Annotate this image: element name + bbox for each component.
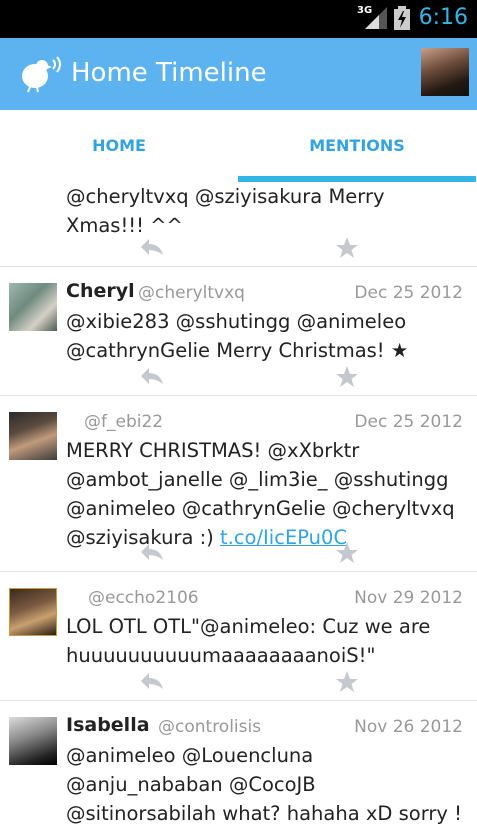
avatar[interactable] <box>9 283 57 331</box>
list-item[interactable]: Cheryl @cheryltvxq Dec 25 2012 @xibie283… <box>0 267 477 396</box>
avatar[interactable] <box>9 588 57 636</box>
page-title: Home Timeline <box>71 58 267 88</box>
star-icon[interactable] <box>335 541 359 565</box>
tweet-author-handle[interactable]: @cheryltvxq <box>138 283 245 303</box>
status-bar: 3G 6:16 <box>0 0 477 38</box>
list-item[interactable]: @f_ebi22 Dec 25 2012 MERRY CHRISTMAS! @x… <box>0 396 477 572</box>
tab-mentions-label: MENTIONS <box>309 136 405 155</box>
reply-icon[interactable] <box>139 541 165 563</box>
tweet-date: Dec 25 2012 <box>354 283 463 303</box>
tweet-text: MERRY CHRISTMAS! @xXbrktr @ambot_janelle… <box>66 436 466 552</box>
tab-mentions[interactable]: MENTIONS <box>238 110 476 182</box>
timeline-list[interactable]: @cheryltvxq @sziyisakura Merry Xmas!!! ^… <box>0 182 477 825</box>
signal-icon <box>365 7 387 29</box>
tweet-date: Nov 26 2012 <box>354 717 463 737</box>
tweet-date: Dec 25 2012 <box>354 412 463 432</box>
list-item[interactable]: @eccho2106 Nov 29 2012 LOL OTL OTL"@anim… <box>0 572 477 701</box>
tab-home-label: HOME <box>92 136 146 155</box>
list-item[interactable]: Isabella @controlisis Nov 26 2012 @anime… <box>0 701 477 825</box>
user-avatar[interactable] <box>421 48 469 96</box>
tweet-author-name: Cheryl <box>66 280 135 302</box>
tweet-text: @animeleo @Louencluna @anju_nababan @Coc… <box>66 744 462 825</box>
action-bar: Home Timeline <box>0 38 477 110</box>
star-icon[interactable] <box>335 365 359 389</box>
status-time: 6:16 <box>418 5 468 30</box>
tweet-text: @xibie283 @sshutingg @animeleo @cathrynG… <box>66 310 409 362</box>
tab-home[interactable]: HOME <box>0 110 238 182</box>
tweet-link[interactable]: t.co/IicEPu0C <box>220 526 347 549</box>
reply-icon[interactable] <box>139 365 165 387</box>
star-icon[interactable] <box>335 236 359 260</box>
reply-icon[interactable] <box>139 670 165 692</box>
tweet-text: LOL OTL OTL"@animeleo: Cuz we are huuuuu… <box>66 615 431 667</box>
tweet-author-name: Isabella <box>66 714 150 736</box>
avatar[interactable] <box>9 412 57 460</box>
tab-bar: HOME MENTIONS <box>0 110 477 182</box>
star-icon[interactable] <box>335 670 359 694</box>
battery-icon <box>394 6 410 30</box>
tweet-date: Nov 29 2012 <box>354 588 463 608</box>
tweet-author-handle[interactable]: @controlisis <box>158 717 261 737</box>
list-item[interactable]: @cheryltvxq @sziyisakura Merry Xmas!!! ^… <box>0 182 477 267</box>
avatar[interactable] <box>9 717 57 765</box>
tweet-author-handle[interactable]: @f_ebi22 <box>84 412 163 432</box>
bird-logo-icon[interactable] <box>18 54 62 94</box>
tweet-author-handle[interactable]: @eccho2106 <box>88 588 199 608</box>
tweet-text: @cheryltvxq @sziyisakura Merry Xmas!!! ^… <box>66 185 385 237</box>
reply-icon[interactable] <box>139 236 165 258</box>
